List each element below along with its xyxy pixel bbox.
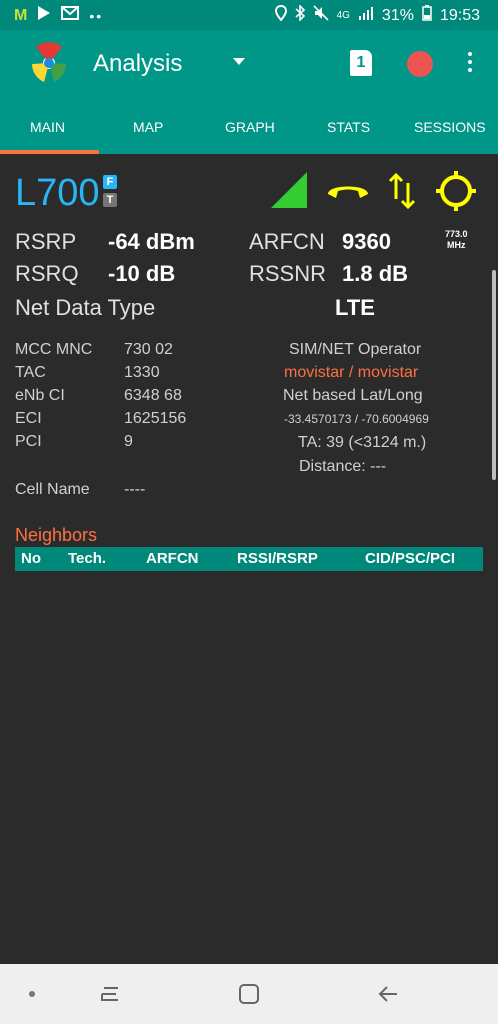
nav-dot-icon[interactable] <box>29 991 35 997</box>
battery-icon <box>422 5 432 26</box>
badge-t: T <box>103 193 117 207</box>
chevron-down-icon[interactable] <box>233 58 245 65</box>
col-arfcn: ARFCN <box>146 550 199 567</box>
latlong-value: -33.4570173 / -70.6004969 <box>284 412 429 426</box>
col-tech: Tech. <box>68 550 107 567</box>
enb-ci-label: eNb CI <box>15 387 65 404</box>
movistar-icon: M <box>14 6 28 24</box>
net-data-type-value: LTE <box>335 295 375 320</box>
tab-map[interactable]: MAP <box>133 119 163 135</box>
timing-advance: TA: 39 (<3124 m.) <box>298 434 427 451</box>
main-panel: L700 F T RSRP -64 dBm ARFCN 9360 773.0 M… <box>0 154 498 964</box>
sim-selector-button[interactable]: 1 <box>350 50 372 76</box>
col-no: No <box>21 550 41 567</box>
signal-strength-icon <box>358 6 374 25</box>
status-bar: M •• 4G 31% 19:53 <box>0 0 498 30</box>
mail-notification-icon <box>61 6 80 25</box>
enb-ci-value: 6348 68 <box>124 387 182 404</box>
tab-stats[interactable]: STATS <box>327 119 370 135</box>
pci-value: 9 <box>124 433 133 450</box>
tab-sessions[interactable]: SESSIONS <box>414 119 486 135</box>
operator-label: SIM/NET Operator <box>289 341 422 358</box>
neighbors-table-header: No Tech. ARFCN RSSI/RSRP CID/PSC/PCI <box>15 547 483 571</box>
app-logo-icon <box>28 42 70 84</box>
data-activity-icon <box>388 172 416 214</box>
frequency-number: 773.0 <box>445 229 468 239</box>
mute-icon <box>313 5 329 26</box>
pci-label: PCI <box>15 433 42 450</box>
col-cid-psc-pci: CID/PSC/PCI <box>365 550 456 567</box>
rsrq-value: -10 dB <box>108 261 176 286</box>
navigation-bar <box>0 964 498 1024</box>
arfcn-value: 9360 <box>342 229 391 254</box>
tab-bar: MAIN MAP GRAPH STATS SESSIONS <box>0 102 498 154</box>
bluetooth-icon <box>295 4 305 26</box>
frequency-value: 773.0 MHz <box>445 229 468 251</box>
app-bar: Analysis 1 <box>0 30 498 102</box>
band-label: L700 <box>15 172 100 214</box>
recent-apps-icon[interactable] <box>99 983 121 1010</box>
rsrp-value: -64 dBm <box>108 229 195 254</box>
rsrp-label: RSRP <box>15 229 77 254</box>
scrollbar[interactable] <box>492 270 496 480</box>
operator-value: movistar / movistar <box>284 364 419 381</box>
signal-strength-icon <box>270 171 308 214</box>
rsrq-label: RSRQ <box>15 261 79 286</box>
frequency-unit: MHz <box>447 240 466 250</box>
distance: Distance: --- <box>299 458 387 475</box>
overflow-menu-icon[interactable] <box>467 52 473 76</box>
play-store-icon <box>37 5 51 26</box>
arfcn-label: ARFCN <box>249 229 325 254</box>
rssnr-value: 1.8 dB <box>342 261 409 286</box>
tab-main[interactable]: MAIN <box>30 119 65 135</box>
eci-label: ECI <box>15 410 42 427</box>
network-type-icon: 4G <box>336 10 350 21</box>
record-button[interactable] <box>407 51 433 77</box>
home-icon[interactable] <box>238 983 260 1010</box>
neighbors-title: Neighbors <box>15 525 98 545</box>
tac-value: 1330 <box>124 364 160 381</box>
eci-value: 1625156 <box>124 410 187 427</box>
latlong-label: Net based Lat/Long <box>283 387 423 404</box>
back-icon[interactable] <box>377 983 399 1010</box>
col-rssi-rsrp: RSSI/RSRP <box>237 550 318 567</box>
tab-graph[interactable]: GRAPH <box>225 119 275 135</box>
clock: 19:53 <box>439 6 480 24</box>
rssnr-label: RSSNR <box>249 261 327 286</box>
cell-name-label: Cell Name <box>15 481 90 498</box>
location-icon <box>274 4 287 26</box>
call-state-icon <box>325 178 371 205</box>
locate-target-icon[interactable] <box>435 170 477 217</box>
app-title[interactable]: Analysis <box>93 50 182 78</box>
net-data-type-label: Net Data Type <box>15 295 156 320</box>
more-notifications-icon: •• <box>89 7 104 24</box>
badge-f: F <box>103 175 117 189</box>
cell-name-value: ---- <box>124 481 146 498</box>
battery-percent: 31% <box>381 6 414 24</box>
tac-label: TAC <box>15 364 46 381</box>
mcc-mnc-label: MCC MNC <box>15 341 93 358</box>
mcc-mnc-value: 730 02 <box>124 341 173 358</box>
